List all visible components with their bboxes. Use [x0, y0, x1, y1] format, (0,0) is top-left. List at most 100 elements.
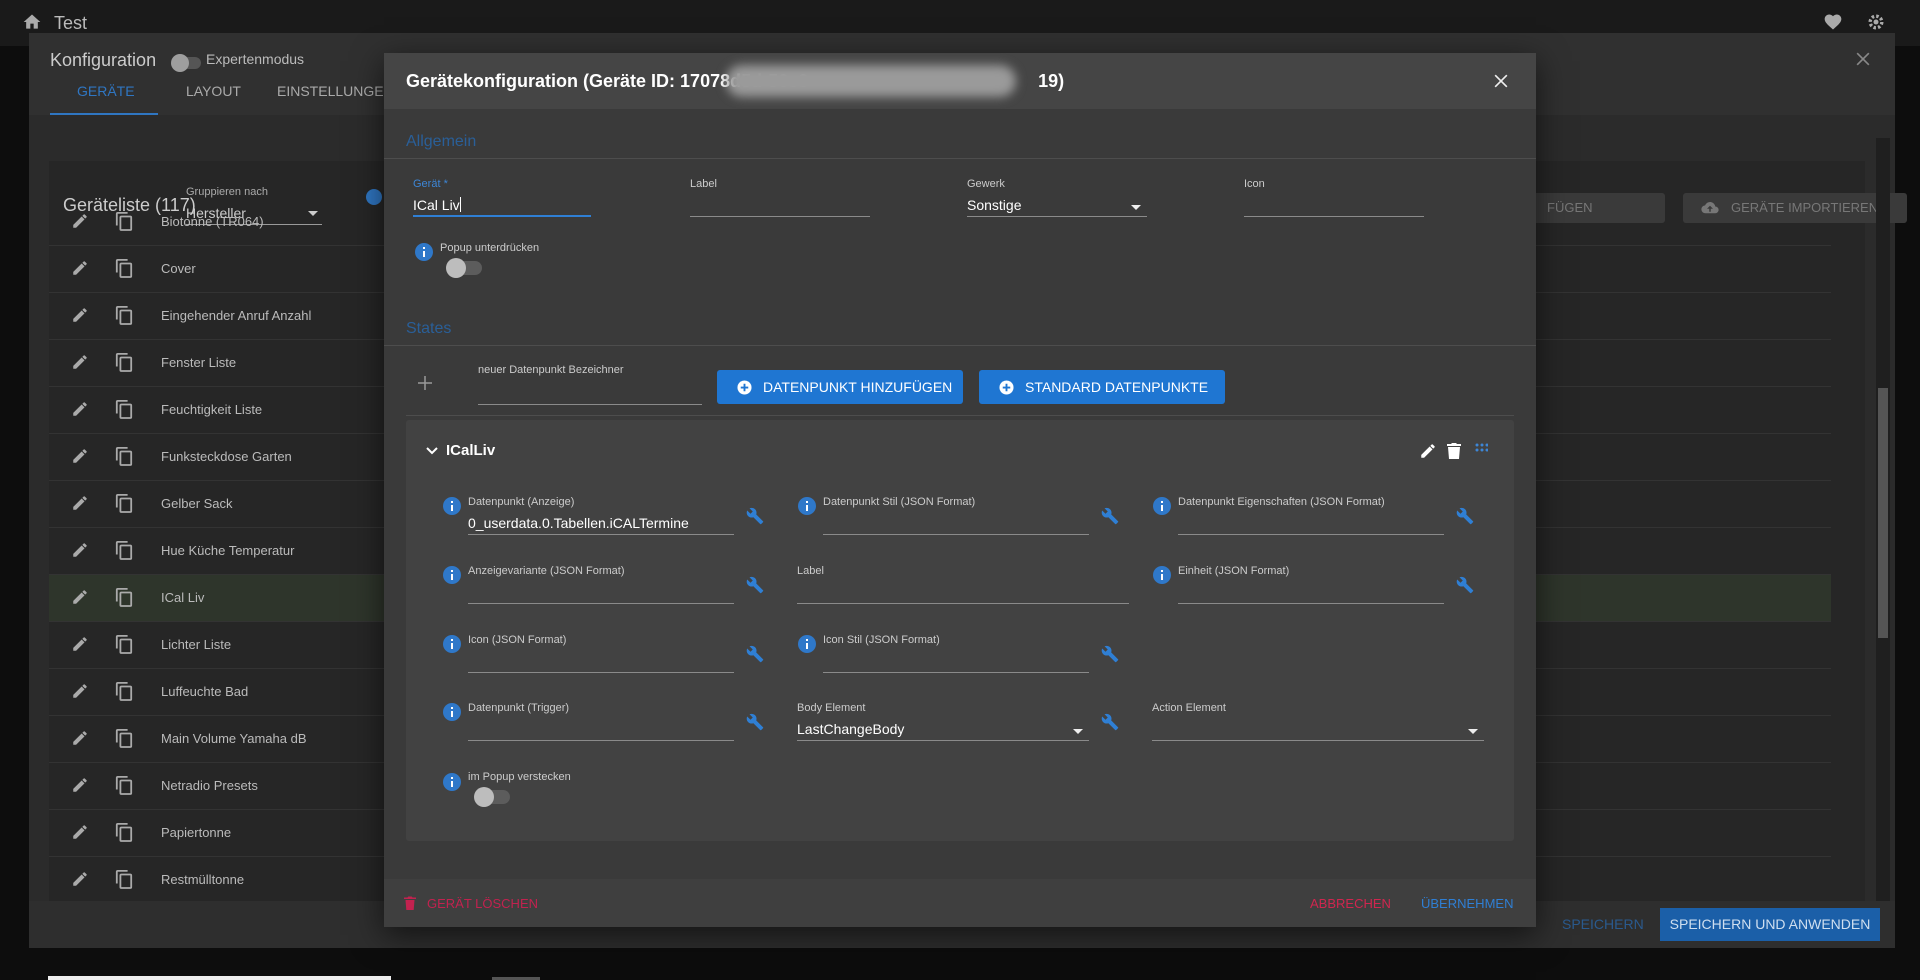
save-button[interactable]: SPEICHERN	[1562, 916, 1644, 932]
display-variant-input[interactable]	[468, 580, 734, 604]
info-icon[interactable]	[1153, 497, 1171, 515]
edit-pencil-icon[interactable]	[71, 682, 89, 700]
info-icon[interactable]	[443, 703, 461, 721]
edit-pencil-icon[interactable]	[71, 306, 89, 324]
wrench-icon[interactable]	[1101, 645, 1119, 663]
dp-style-input[interactable]	[823, 511, 1089, 535]
body-element-select[interactable]: LastChangeBody	[797, 717, 1089, 741]
hide-in-popup-toggle[interactable]	[474, 787, 510, 807]
icon-style-input[interactable]	[823, 649, 1089, 673]
copy-icon[interactable]	[115, 352, 133, 372]
wrench-icon[interactable]	[1101, 713, 1119, 731]
wrench-icon[interactable]	[746, 713, 764, 731]
copy-icon[interactable]	[115, 399, 133, 419]
info-icon[interactable]	[798, 497, 816, 515]
dialog-close-icon[interactable]	[1491, 71, 1511, 91]
section-title-general: Allgemein	[406, 133, 477, 150]
tab-devices[interactable]: GERÄTE	[77, 83, 135, 99]
action-element-select[interactable]	[1152, 717, 1484, 741]
dp-trigger-input[interactable]	[468, 717, 734, 741]
copy-icon[interactable]	[115, 493, 133, 513]
text-cursor	[459, 197, 461, 212]
device-list-scrollbar[interactable]	[1876, 138, 1890, 901]
edit-pencil-icon[interactable]	[71, 776, 89, 794]
device-name: Cover	[161, 261, 196, 276]
dp-props-input[interactable]	[1178, 511, 1444, 535]
edit-pencil-icon[interactable]	[71, 353, 89, 371]
device-name: ICal Liv	[161, 590, 205, 605]
copy-icon[interactable]	[115, 258, 133, 278]
copy-icon[interactable]	[115, 634, 133, 654]
wrench-icon[interactable]	[746, 645, 764, 663]
wrench-icon[interactable]	[1456, 507, 1474, 525]
edit-pencil-icon[interactable]	[71, 635, 89, 653]
chevron-down-icon[interactable]	[426, 446, 438, 456]
state-label-input[interactable]	[797, 580, 1129, 604]
scrollbar-thumb[interactable]	[1878, 388, 1888, 638]
edit-pencil-icon[interactable]	[71, 494, 89, 512]
info-icon[interactable]	[415, 243, 433, 261]
section-divider	[406, 415, 1514, 416]
cancel-button[interactable]: ABBRECHEN	[1310, 896, 1391, 911]
copy-icon[interactable]	[115, 587, 133, 607]
info-icon[interactable]	[443, 497, 461, 515]
new-datapoint-input[interactable]	[478, 381, 702, 405]
copy-icon[interactable]	[115, 822, 133, 842]
dp-display-input[interactable]: 0_userdata.0.Tabellen.iCALTermine	[468, 511, 734, 535]
wrench-icon[interactable]	[1101, 507, 1119, 525]
info-icon[interactable]	[443, 566, 461, 584]
trash-icon[interactable]	[1446, 442, 1462, 460]
popup-suppress-toggle[interactable]	[446, 258, 482, 278]
edit-pencil-icon[interactable]	[71, 447, 89, 465]
label-input[interactable]	[690, 193, 870, 217]
copy-icon[interactable]	[115, 775, 133, 795]
info-icon[interactable]	[443, 773, 461, 791]
copy-icon[interactable]	[115, 305, 133, 325]
apply-button[interactable]: ÜBERNEHMEN	[1421, 896, 1513, 911]
config-close-icon[interactable]	[1853, 49, 1873, 69]
body-element-value: LastChangeBody	[797, 721, 905, 737]
gear-icon[interactable]	[1866, 12, 1886, 32]
info-icon[interactable]	[798, 635, 816, 653]
icon-json-input[interactable]	[468, 649, 734, 673]
icon-input[interactable]	[1244, 193, 1424, 217]
info-icon[interactable]	[443, 635, 461, 653]
device-name-input[interactable]: ICal Liv	[413, 193, 591, 217]
edit-pencil-icon[interactable]	[71, 259, 89, 277]
tab-settings[interactable]: EINSTELLUNGEN	[277, 83, 394, 99]
trade-label: Gewerk	[967, 178, 1005, 190]
edit-pencil-icon[interactable]	[71, 870, 89, 888]
copy-icon[interactable]	[115, 869, 133, 889]
edit-pencil-icon[interactable]	[71, 823, 89, 841]
dialog-footer: GERÄT LÖSCHEN ABBRECHEN ÜBERNEHMEN	[384, 879, 1536, 927]
trade-select[interactable]: Sonstige	[967, 193, 1147, 217]
edit-pencil-icon[interactable]	[1419, 442, 1437, 460]
edit-pencil-icon[interactable]	[71, 729, 89, 747]
copy-icon[interactable]	[115, 446, 133, 466]
drag-handle-icon[interactable]	[1474, 442, 1488, 458]
add-datapoint-button[interactable]: DATENPUNKT HINZUFÜGEN	[717, 370, 963, 404]
edit-pencil-icon[interactable]	[71, 541, 89, 559]
copy-icon[interactable]	[115, 211, 133, 231]
edit-pencil-icon[interactable]	[71, 400, 89, 418]
home-icon[interactable]	[22, 12, 42, 32]
taskbar-indicator	[48, 976, 391, 980]
plus-icon[interactable]	[417, 375, 433, 391]
wrench-icon[interactable]	[746, 507, 764, 525]
copy-icon[interactable]	[115, 681, 133, 701]
tab-layout[interactable]: LAYOUT	[186, 83, 241, 99]
device-name: Fenster Liste	[161, 355, 237, 370]
copy-icon[interactable]	[115, 540, 133, 560]
save-and-apply-button[interactable]: SPEICHERN UND ANWENDEN	[1660, 908, 1880, 941]
delete-device-button[interactable]: GERÄT LÖSCHEN	[427, 896, 538, 911]
expert-mode-switch[interactable]	[171, 54, 201, 72]
edit-pencil-icon[interactable]	[71, 212, 89, 230]
edit-pencil-icon[interactable]	[71, 588, 89, 606]
default-datapoints-button[interactable]: STANDARD DATENPUNKTE	[979, 370, 1225, 404]
info-icon[interactable]	[1153, 566, 1171, 584]
heart-icon[interactable]	[1823, 12, 1843, 32]
unit-input[interactable]	[1178, 580, 1444, 604]
copy-icon[interactable]	[115, 728, 133, 748]
wrench-icon[interactable]	[1456, 576, 1474, 594]
wrench-icon[interactable]	[746, 576, 764, 594]
